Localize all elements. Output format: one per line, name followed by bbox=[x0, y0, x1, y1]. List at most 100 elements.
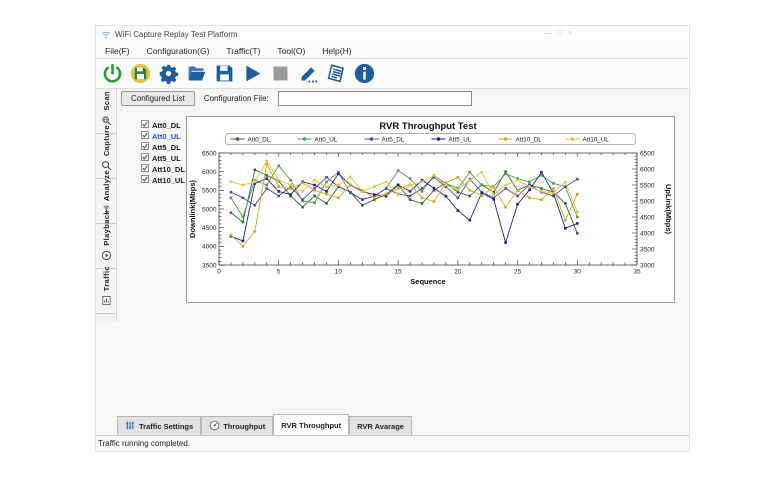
series-item-att0_ul[interactable]: Att0_UL bbox=[141, 131, 185, 141]
data-point bbox=[469, 179, 472, 182]
data-point bbox=[480, 171, 483, 174]
data-point bbox=[516, 179, 519, 182]
data-point bbox=[337, 184, 340, 187]
data-point bbox=[254, 181, 257, 184]
data-point bbox=[230, 234, 233, 237]
stop-icon[interactable] bbox=[269, 63, 291, 85]
edit-icon[interactable] bbox=[297, 63, 319, 85]
data-point bbox=[289, 184, 292, 187]
save-file-icon[interactable] bbox=[213, 63, 235, 85]
menu-item-traffict[interactable]: Traffic(T) bbox=[226, 46, 260, 56]
bottom-tab-label: RVR Avarage bbox=[357, 422, 404, 431]
menu-item-configurationg[interactable]: Configuration(G) bbox=[147, 46, 210, 56]
open-file-icon[interactable] bbox=[185, 63, 207, 85]
checkbox-checked-icon[interactable] bbox=[141, 153, 149, 163]
series-item-att10_dl[interactable]: Att10_DL bbox=[141, 164, 185, 174]
data-point bbox=[242, 216, 245, 219]
data-point bbox=[289, 193, 292, 196]
window-controls: — □ × bbox=[544, 28, 572, 37]
data-point bbox=[552, 187, 555, 190]
data-point bbox=[409, 177, 412, 180]
data-point bbox=[301, 182, 304, 185]
data-point bbox=[576, 222, 579, 225]
checkbox-checked-icon[interactable] bbox=[141, 131, 149, 141]
series-item-label: Att10_UL bbox=[152, 176, 185, 185]
configuration-file-input[interactable] bbox=[278, 91, 472, 106]
sidebar-tab-playback[interactable]: Playback bbox=[96, 224, 116, 269]
data-point bbox=[301, 190, 304, 193]
series-item-att0_dl[interactable]: Att0_DL bbox=[141, 120, 185, 130]
x-tick-label: 0 bbox=[217, 269, 221, 276]
save-config-icon[interactable] bbox=[129, 63, 151, 85]
series-item-att5_dl[interactable]: Att5_DL bbox=[141, 142, 185, 152]
menu-item-filef[interactable]: File(F) bbox=[105, 46, 130, 56]
data-point bbox=[325, 190, 328, 193]
settings-gear-icon[interactable] bbox=[157, 63, 179, 85]
app-window: WiFi Capture Replay Test Platform —□× Fi… bbox=[95, 25, 690, 452]
sidebar-tab-label: Traffic bbox=[102, 266, 111, 291]
minimize-button[interactable]: — bbox=[544, 28, 552, 37]
data-point bbox=[469, 219, 472, 222]
legend-label-att5_ul: Att5_UL bbox=[449, 137, 472, 144]
sidebar-tab-traffic[interactable]: Traffic bbox=[96, 269, 116, 314]
legend-label-att0_dl: Att0_DL bbox=[248, 137, 271, 144]
content-area: ScanCaptureAnalyzePlaybackTraffic Config… bbox=[96, 89, 689, 436]
maximize-button[interactable]: □ bbox=[558, 28, 563, 37]
info-icon[interactable] bbox=[353, 63, 375, 85]
checkbox-checked-icon[interactable] bbox=[141, 120, 149, 130]
data-point bbox=[313, 179, 316, 182]
log-icon[interactable] bbox=[325, 63, 347, 85]
legend-label-att10_ul: Att10_UL bbox=[583, 137, 610, 144]
bottom-tab-rvr-avarage[interactable]: RVR Avarage bbox=[349, 416, 412, 436]
power-icon[interactable] bbox=[101, 63, 123, 85]
data-point bbox=[516, 203, 519, 206]
checkbox-checked-icon[interactable] bbox=[141, 142, 149, 152]
titlebar[interactable]: WiFi Capture Replay Test Platform —□× bbox=[96, 26, 689, 43]
data-point bbox=[242, 197, 245, 200]
data-point bbox=[457, 197, 460, 200]
data-point bbox=[540, 198, 543, 201]
series-line-att10_dl bbox=[231, 164, 577, 246]
playback-icon bbox=[101, 248, 112, 266]
y-right-axis-label: UpLink(Mbps) bbox=[664, 184, 673, 234]
y-left-tick-label: 6000 bbox=[202, 169, 217, 176]
data-point bbox=[254, 169, 257, 172]
data-point bbox=[230, 191, 233, 194]
data-point bbox=[552, 182, 555, 185]
data-point bbox=[421, 187, 424, 190]
data-point bbox=[361, 190, 364, 193]
data-point bbox=[469, 195, 472, 198]
data-point bbox=[516, 195, 519, 198]
data-point bbox=[325, 176, 328, 179]
data-point bbox=[325, 202, 328, 205]
series-item-label: Att5_UL bbox=[152, 154, 181, 163]
data-point bbox=[301, 198, 304, 201]
data-point bbox=[349, 183, 352, 186]
series-item-att5_ul[interactable]: Att5_UL bbox=[141, 153, 185, 163]
legend-marker bbox=[370, 137, 374, 141]
data-point bbox=[265, 160, 268, 163]
close-button[interactable]: × bbox=[568, 28, 572, 37]
data-point bbox=[564, 219, 567, 222]
menu-item-toolo[interactable]: Tool(O) bbox=[277, 46, 305, 56]
checkbox-checked-icon[interactable] bbox=[141, 175, 149, 185]
bottom-tab-traffic-settings[interactable]: Traffic Settings bbox=[117, 416, 201, 436]
data-point bbox=[528, 181, 531, 184]
data-point bbox=[445, 184, 448, 187]
checkbox-checked-icon[interactable] bbox=[141, 164, 149, 174]
x-tick-label: 20 bbox=[454, 269, 462, 276]
bottom-tab-rvr-throughput[interactable]: RVR Throughput bbox=[273, 414, 349, 436]
data-point bbox=[433, 174, 436, 177]
configured-list-button[interactable]: Configured List bbox=[121, 91, 195, 106]
series-item-att10_ul[interactable]: Att10_UL bbox=[141, 175, 185, 185]
data-point bbox=[301, 206, 304, 209]
x-tick-label: 35 bbox=[633, 269, 641, 276]
legend-label-att5_dl: Att5_DL bbox=[382, 137, 405, 144]
menu-item-helph[interactable]: Help(H) bbox=[322, 46, 351, 56]
data-point bbox=[528, 189, 531, 192]
x-tick-label: 15 bbox=[395, 269, 403, 276]
data-point bbox=[254, 230, 257, 233]
bottom-tab-throughput[interactable]: Throughput bbox=[201, 416, 273, 436]
traffic-icon bbox=[101, 293, 112, 311]
play-icon[interactable] bbox=[241, 63, 263, 85]
